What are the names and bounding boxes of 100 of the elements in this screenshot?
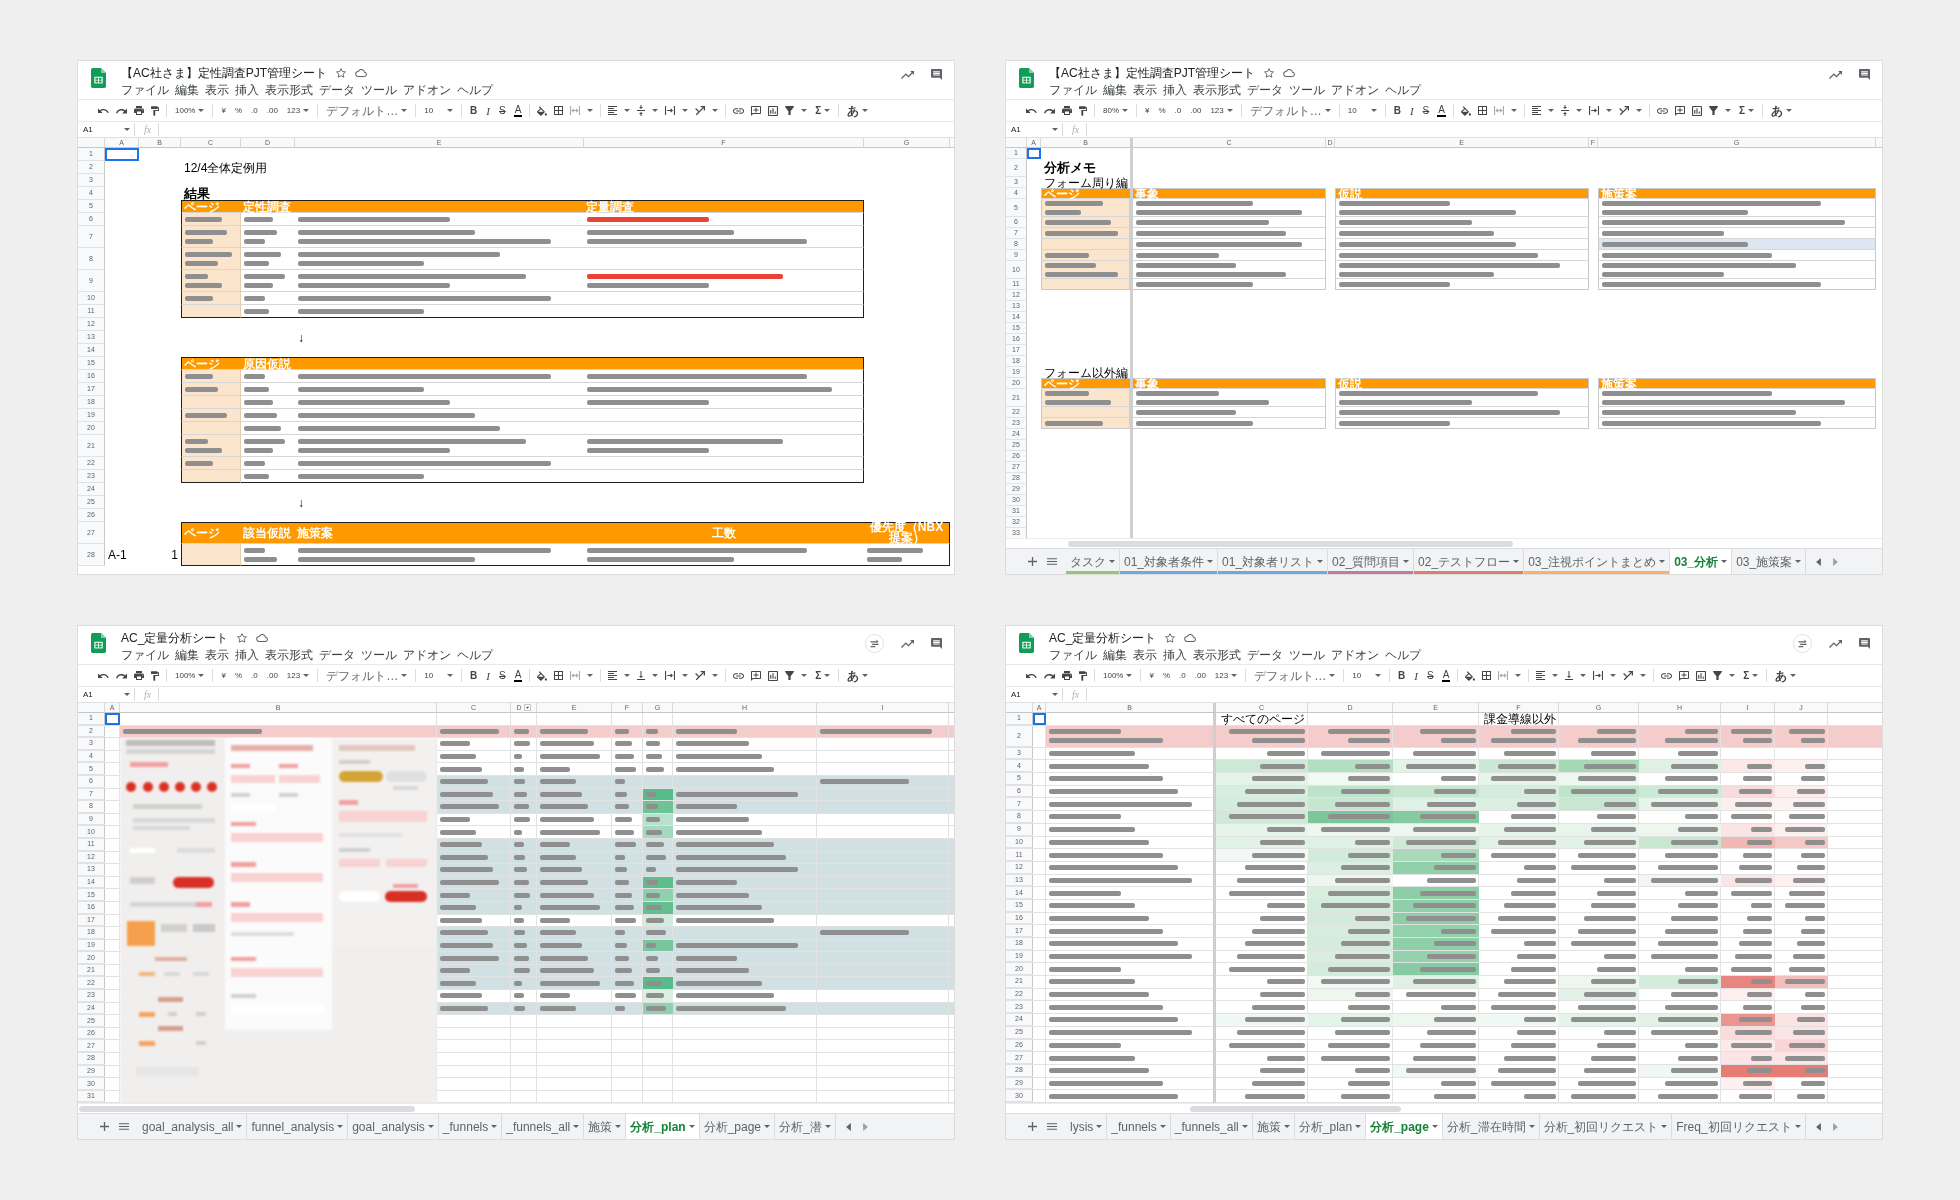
input-tools-dropdown[interactable]: あ xyxy=(1769,104,1793,117)
redo-icon[interactable] xyxy=(116,672,127,679)
zoom-dropdown[interactable]: 100% xyxy=(1102,669,1134,682)
add-sheet-icon[interactable] xyxy=(100,1122,109,1131)
caret-icon[interactable] xyxy=(1605,109,1612,112)
caret-icon[interactable] xyxy=(587,109,594,112)
align-middle-icon[interactable] xyxy=(637,105,646,116)
menu-item[interactable]: ファイル xyxy=(1049,648,1097,662)
align-left-icon[interactable] xyxy=(1531,106,1541,115)
add-sheet-icon[interactable] xyxy=(1028,1122,1037,1131)
all-sheets-icon[interactable] xyxy=(1047,558,1057,565)
merge-cells-icon[interactable] xyxy=(570,671,581,680)
filter-icon[interactable] xyxy=(1713,671,1723,680)
name-box[interactable]: A1 xyxy=(1006,122,1062,137)
menu-item[interactable]: ツール xyxy=(1289,648,1325,662)
caret-icon[interactable] xyxy=(624,109,631,112)
horizontal-scrollbar[interactable] xyxy=(1190,1105,1401,1112)
menu-item[interactable]: ファイル xyxy=(1049,83,1097,97)
all-sheets-icon[interactable] xyxy=(1047,1123,1057,1130)
menu-item[interactable]: 挿入 xyxy=(1163,83,1187,97)
caret-icon[interactable] xyxy=(712,109,719,112)
sheets-logo-icon[interactable] xyxy=(91,68,106,88)
text-color-button[interactable]: A xyxy=(513,104,523,117)
caret-icon[interactable] xyxy=(801,109,808,112)
star-icon[interactable] xyxy=(1264,68,1274,78)
star-icon[interactable] xyxy=(336,68,346,78)
caret-icon[interactable] xyxy=(1580,674,1587,677)
menu-item[interactable]: アドオン xyxy=(1331,648,1379,662)
sheet-tab[interactable]: 02_質問項目 xyxy=(1328,549,1415,574)
menu-item[interactable]: 編集 xyxy=(175,648,199,662)
paint-format-icon[interactable] xyxy=(151,670,159,681)
chart-icon[interactable] xyxy=(1691,105,1702,116)
decrease-decimals-button[interactable]: .0 xyxy=(250,104,259,117)
scroll-left-icon[interactable] xyxy=(845,1122,851,1131)
caret-icon[interactable] xyxy=(587,674,594,677)
caret-icon[interactable] xyxy=(1610,674,1617,677)
add-comment-icon[interactable] xyxy=(751,670,762,681)
comment-icon[interactable] xyxy=(1859,69,1870,80)
sheet-tab[interactable]: 03_施策案 xyxy=(1732,549,1807,574)
cloud-icon[interactable] xyxy=(256,634,269,642)
borders-icon[interactable] xyxy=(1482,671,1492,680)
comment-icon[interactable] xyxy=(931,638,942,649)
redo-icon[interactable] xyxy=(1044,672,1055,679)
undo-icon[interactable] xyxy=(1026,107,1037,114)
cloud-icon[interactable] xyxy=(355,69,367,77)
merge-cells-icon[interactable] xyxy=(570,106,581,115)
menu-item[interactable]: 表示 xyxy=(205,83,229,97)
caret-icon[interactable] xyxy=(682,109,689,112)
menu-item[interactable]: ヘルプ xyxy=(1385,648,1421,662)
chart-icon[interactable] xyxy=(1696,670,1707,681)
add-comment-icon[interactable] xyxy=(751,105,762,116)
bold-button[interactable]: B xyxy=(469,104,479,117)
text-color-button[interactable]: A xyxy=(1441,669,1451,682)
menu-item[interactable]: ヘルプ xyxy=(1385,83,1421,97)
caret-icon[interactable] xyxy=(624,674,631,677)
print-icon[interactable] xyxy=(1062,671,1072,680)
caret-icon[interactable] xyxy=(652,674,659,677)
caret-icon[interactable] xyxy=(1547,109,1554,112)
scroll-left-icon[interactable] xyxy=(1815,1122,1821,1131)
number-format-dropdown[interactable]: 123 xyxy=(285,669,311,682)
sheet-tab[interactable]: 分析_page xyxy=(1366,1114,1443,1139)
redo-icon[interactable] xyxy=(116,107,127,114)
menu-item[interactable]: ヘルプ xyxy=(457,648,493,662)
align-bottom-icon[interactable] xyxy=(637,671,646,680)
menu-item[interactable]: ツール xyxy=(1289,83,1325,97)
merge-cells-icon[interactable] xyxy=(1493,106,1504,115)
sheet-tab[interactable]: 03_分析 xyxy=(1670,549,1733,574)
caret-icon[interactable] xyxy=(712,674,719,677)
currency-button[interactable]: ¥ xyxy=(220,669,227,682)
align-bottom-icon[interactable] xyxy=(1565,671,1574,680)
sheet-tab[interactable]: 分析_page xyxy=(699,1114,775,1139)
menu-item[interactable]: アドオン xyxy=(1331,83,1379,97)
menu-item[interactable]: ツール xyxy=(361,83,397,97)
caret-icon[interactable] xyxy=(1552,674,1559,677)
caret-icon[interactable] xyxy=(652,109,659,112)
strikethrough-button[interactable]: S xyxy=(1426,669,1435,682)
filter-icon[interactable] xyxy=(785,671,795,680)
font-size-dropdown[interactable]: 10 xyxy=(423,669,455,682)
font-dropdown[interactable]: デフォルト… xyxy=(1253,668,1337,683)
name-box[interactable]: A1 xyxy=(1006,687,1062,702)
caret-icon[interactable] xyxy=(1635,109,1642,112)
input-tools-dropdown[interactable]: あ xyxy=(1774,669,1798,682)
fill-color-icon[interactable] xyxy=(1465,670,1476,681)
star-icon[interactable] xyxy=(1165,633,1176,643)
number-format-dropdown[interactable]: 123 xyxy=(1213,669,1239,682)
italic-button[interactable]: I xyxy=(485,669,491,682)
sheet-tab[interactable]: goal_analysis xyxy=(348,1114,439,1139)
percent-button[interactable]: % xyxy=(233,104,244,117)
font-dropdown[interactable]: デフォルト… xyxy=(325,103,409,118)
filter-dropdown-icon[interactable] xyxy=(523,704,531,711)
number-format-dropdown[interactable]: 123 xyxy=(285,104,311,117)
functions-dropdown[interactable]: Σ xyxy=(1737,104,1755,117)
text-wrap-icon[interactable] xyxy=(1588,106,1599,115)
decrease-decimals-button[interactable]: .0 xyxy=(1178,669,1187,682)
menu-item[interactable]: ヘルプ xyxy=(457,83,493,97)
menu-item[interactable]: 表示形式 xyxy=(1193,83,1241,97)
percent-button[interactable]: % xyxy=(233,669,244,682)
currency-button[interactable]: ¥ xyxy=(1148,669,1155,682)
redo-icon[interactable] xyxy=(1044,107,1055,114)
filter-icon[interactable] xyxy=(1708,106,1718,115)
